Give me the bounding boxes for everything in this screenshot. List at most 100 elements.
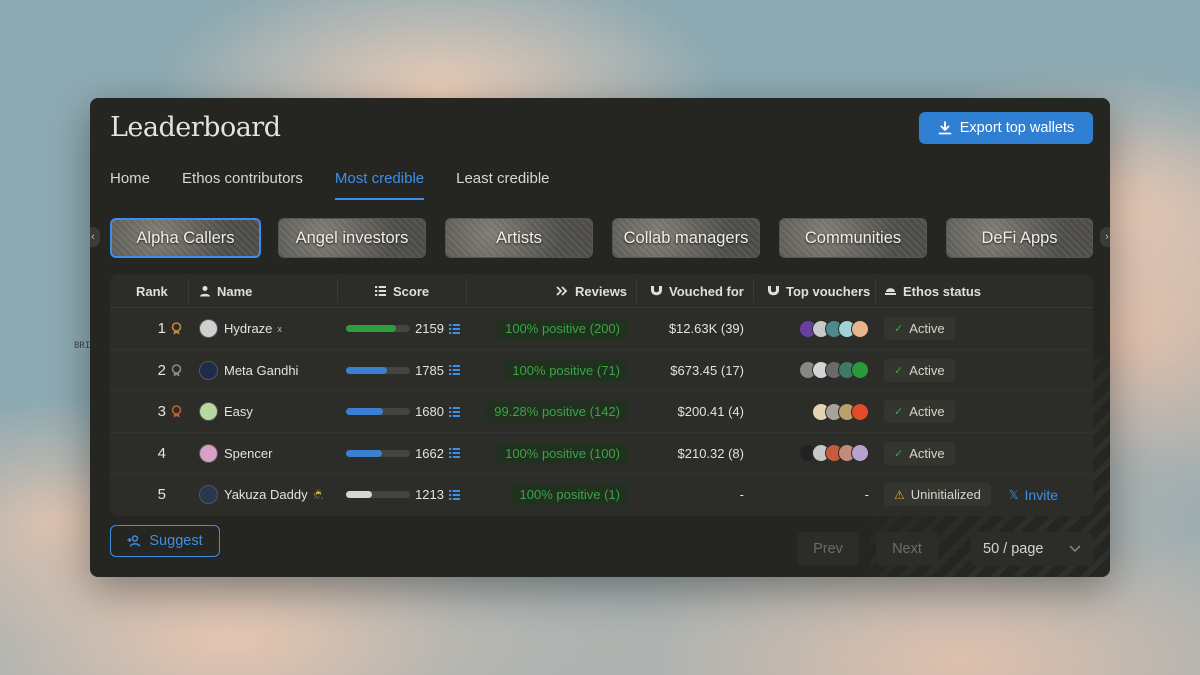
tab-ethos-contributors[interactable]: Ethos contributors [182, 170, 303, 200]
category-collab-managers[interactable]: Collab managers [612, 218, 760, 258]
vouched-for-cell: - [636, 474, 744, 515]
score-bar-fill [346, 408, 384, 415]
avatar[interactable] [199, 443, 218, 463]
user-name[interactable]: Spencer [224, 446, 272, 461]
carousel-left-arrow[interactable]: ‹ [90, 227, 100, 247]
top-vouchers-cell [753, 308, 869, 349]
table-row[interactable]: 1 Hydraze x 2159 100% positive (200) $12.… [110, 308, 1093, 350]
category-defi-apps[interactable]: DeFi Apps [946, 218, 1093, 258]
check-icon: ✓ [894, 364, 904, 377]
voucher-avatar[interactable] [851, 319, 869, 338]
column-name[interactable]: Name [199, 274, 252, 308]
carousel-right-arrow[interactable]: › [1100, 227, 1110, 247]
warning-icon: ⚠ [894, 487, 905, 502]
check-icon: ✓ [894, 406, 904, 418]
name-cell[interactable]: Hydraze x [199, 308, 339, 349]
invite-button[interactable]: 𝕏 Invite [1009, 487, 1058, 503]
name-cell[interactable]: Spencer [199, 433, 339, 474]
user-name[interactable]: Easy [224, 404, 253, 419]
reviews-cell[interactable]: 100% positive (1) [466, 474, 628, 515]
rank-number: 1 [157, 320, 166, 337]
category-artists[interactable]: Artists [445, 218, 593, 258]
suggest-button[interactable]: Suggest [110, 525, 220, 557]
reviews-cell[interactable]: 100% positive (100) [466, 433, 628, 474]
tab-least-credible[interactable]: Least credible [456, 170, 549, 200]
tab-home[interactable]: Home [110, 170, 150, 200]
review-badge[interactable]: 100% positive (100) [497, 442, 628, 464]
column-ethos-status[interactable]: Ethos status [884, 274, 981, 308]
status-label: Uninitialized [910, 487, 981, 502]
column-score[interactable]: Score [374, 274, 429, 308]
voucher-avatar[interactable] [851, 361, 869, 379]
score-value: 1213 [415, 487, 444, 502]
score-bar [346, 366, 410, 374]
vouched-for-value: $210.32 (8) [677, 445, 745, 461]
table-header: Rank Name Score Reviews Vouched for Top … [110, 274, 1093, 308]
column-rank[interactable]: Rank [136, 274, 168, 308]
vouch-icon [651, 286, 662, 296]
score-bar-fill [346, 366, 387, 374]
rank-cell: 1 [110, 308, 182, 349]
reviews-cell[interactable]: 100% positive (71) [466, 350, 628, 391]
ethos-status-cell: ✓ Active [884, 308, 955, 349]
vouched-for-value: $200.41 (4) [677, 404, 745, 419]
score-level-icon [449, 322, 460, 335]
user-name[interactable]: Yakuza Daddy [224, 487, 308, 502]
name-cell[interactable]: Yakuza Daddy 🥷 [199, 474, 339, 515]
status-badge: ✓ Active [884, 400, 955, 423]
rank-number: 2 [157, 361, 166, 379]
category-angel-investors[interactable]: Angel investors [278, 218, 426, 258]
column-vouched-for[interactable]: Vouched for [650, 274, 744, 308]
name-cell[interactable]: Meta Gandhi [199, 350, 339, 391]
export-label: Export top wallets [959, 120, 1075, 136]
page-title: Leaderboard [110, 112, 281, 143]
download-icon [938, 121, 952, 135]
next-page-button[interactable]: Next [876, 532, 938, 566]
table-row[interactable]: 2 Meta Gandhi 1785 100% positive (71) $6… [110, 350, 1093, 391]
export-top-wallets-button[interactable]: Export top wallets [919, 112, 1093, 144]
category-carousel: ‹ Alpha Callers Angel investors Artists … [90, 217, 1110, 259]
tab-most-credible[interactable]: Most credible [334, 170, 425, 200]
voucher-avatar[interactable] [851, 402, 869, 421]
vouched-for-cell: $673.45 (17) [636, 350, 744, 391]
column-top-vouchers[interactable]: Top vouchers [767, 274, 870, 308]
page-size-select[interactable]: 50 / page [971, 532, 1093, 566]
avatar[interactable] [199, 319, 218, 338]
ethos-status-cell: ✓ Active [884, 433, 955, 474]
avatar[interactable] [199, 402, 218, 421]
user-badge: x [277, 323, 282, 334]
table-row[interactable]: 3 Easy 1680 99.28% positive (142) $200.4… [110, 391, 1093, 433]
category-alpha-callers[interactable]: Alpha Callers [110, 218, 261, 258]
score-bar-fill [346, 449, 383, 457]
prev-page-button[interactable]: Prev [797, 532, 859, 566]
status-label: Active [909, 404, 945, 419]
vouched-for-value: $12.63K (39) [668, 321, 744, 336]
score-bar [346, 325, 410, 332]
table-row[interactable]: 4 Spencer 1662 100% positive (100) $210.… [110, 433, 1093, 474]
category-communities[interactable]: Communities [779, 218, 927, 258]
user-name[interactable]: Hydraze [224, 321, 272, 336]
score-cell: 1213 [410, 474, 444, 515]
review-badge[interactable]: 99.28% positive (142) [486, 401, 628, 422]
avatar[interactable] [199, 360, 218, 380]
score-level-cell [448, 391, 461, 432]
avatar[interactable] [199, 485, 218, 504]
table-body: 1 Hydraze x 2159 100% positive (200) $12.… [110, 308, 1093, 516]
review-badge[interactable]: 100% positive (200) [497, 318, 628, 339]
review-badge[interactable]: 100% positive (1) [511, 484, 628, 505]
column-reviews[interactable]: Reviews [556, 274, 627, 308]
column-top-vouchers-label: Top vouchers [786, 283, 871, 299]
ethos-status-cell: ✓ Active [884, 391, 955, 432]
reviews-cell[interactable]: 99.28% positive (142) [466, 391, 628, 432]
no-vouchers: - [864, 487, 869, 502]
review-badge[interactable]: 100% positive (71) [504, 359, 628, 381]
voucher-avatars [799, 444, 869, 462]
x-logo-icon: 𝕏 [1008, 487, 1019, 502]
status-label: Active [909, 445, 945, 461]
user-name[interactable]: Meta Gandhi [224, 363, 298, 378]
table-row[interactable]: 5 Yakuza Daddy 🥷 1213 100% positive (1) -… [110, 474, 1093, 516]
name-cell[interactable]: Easy [199, 391, 339, 432]
top-vouchers-cell [753, 350, 869, 391]
reviews-cell[interactable]: 100% positive (200) [466, 308, 628, 349]
voucher-avatar[interactable] [851, 444, 869, 462]
